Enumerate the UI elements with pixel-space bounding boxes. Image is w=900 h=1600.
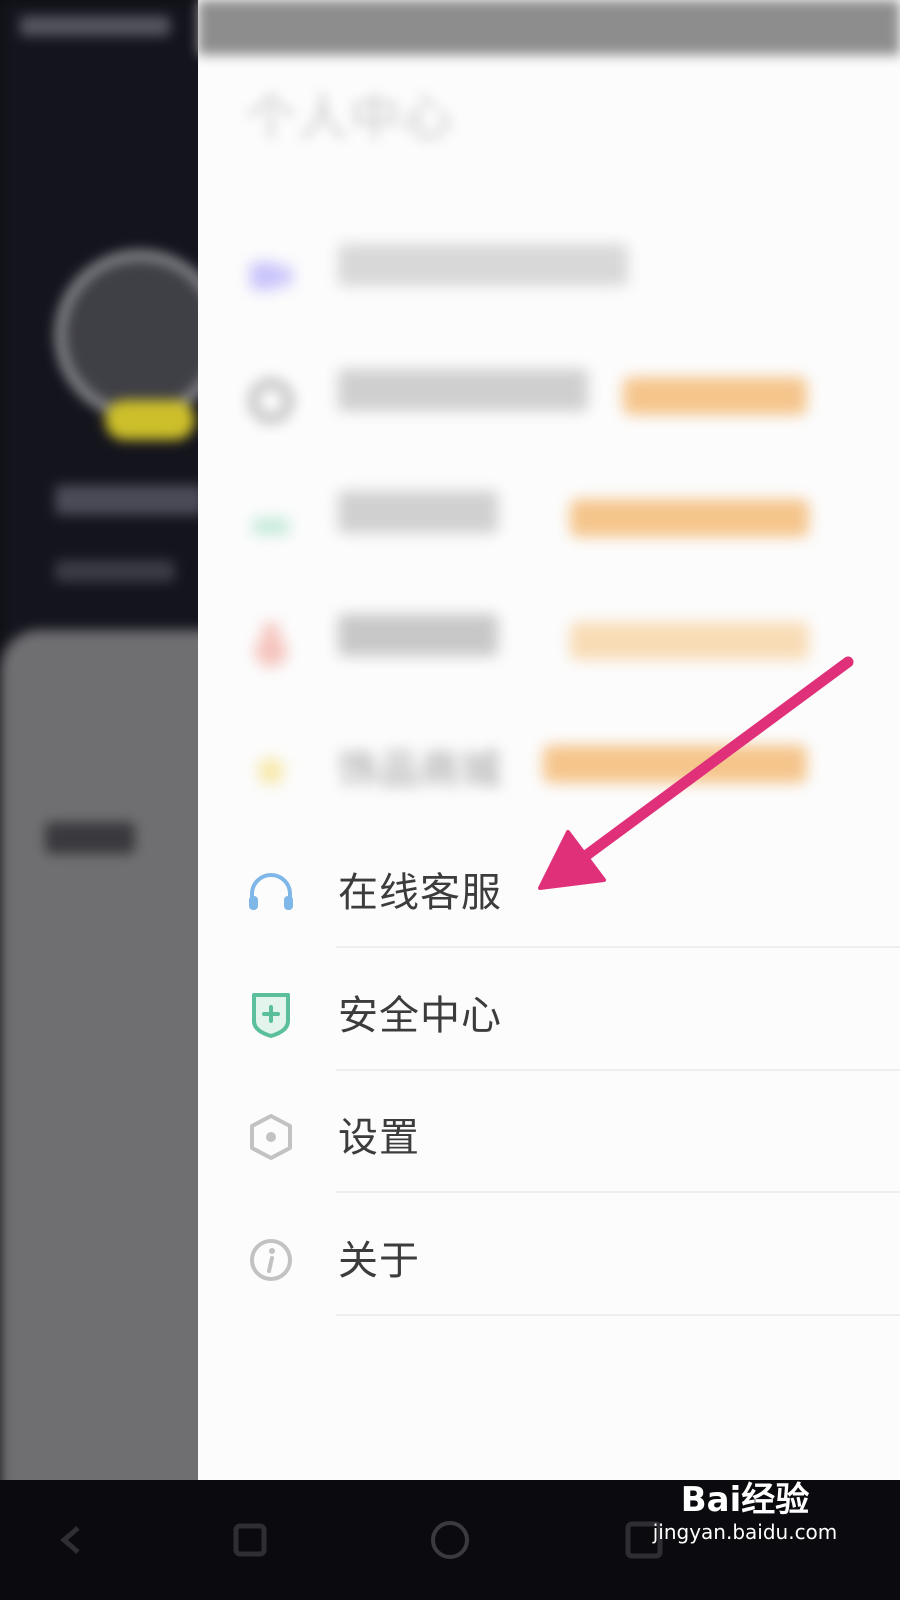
back-icon[interactable]	[50, 1518, 94, 1562]
watermark-url: jingyan.baidu.com	[652, 1520, 838, 1544]
annotation-arrow	[538, 656, 854, 890]
home-icon[interactable]	[428, 1518, 472, 1562]
watermark-brand: Bai经验	[680, 1480, 810, 1520]
baidu-jingyan-watermark: Bai经验 jingyan.baidu.com	[640, 1480, 850, 1544]
recent-apps-icon[interactable]	[228, 1518, 272, 1562]
